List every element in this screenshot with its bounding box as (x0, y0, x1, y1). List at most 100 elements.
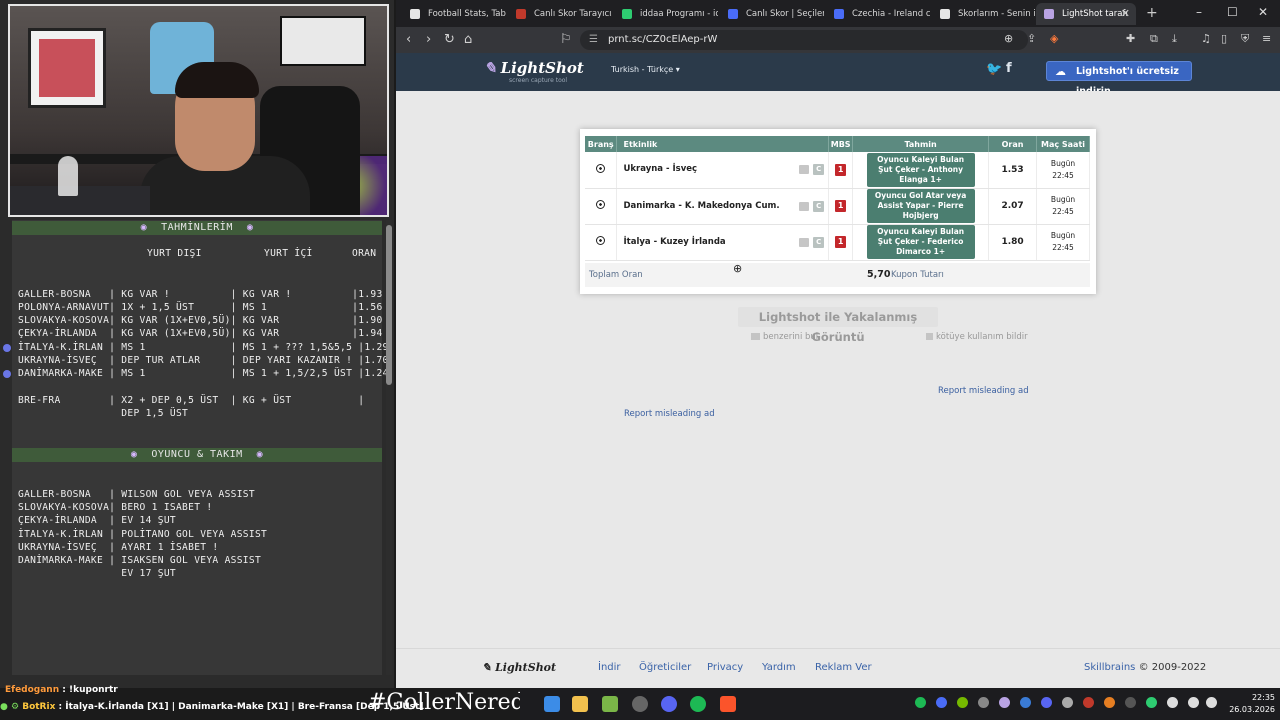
browser-tab[interactable]: Football Stats, Tables (402, 3, 506, 25)
brave-icon[interactable] (720, 696, 736, 712)
close-tab-icon[interactable]: ✕ (1121, 3, 1130, 25)
puzzle-icon[interactable]: ⧉ (1150, 32, 1158, 46)
tray-icon[interactable] (1104, 697, 1115, 708)
tab-favicon-icon (516, 9, 526, 19)
tray-icon[interactable] (1083, 697, 1094, 708)
spotify-tray-icon[interactable] (915, 697, 926, 708)
tray-icon[interactable] (936, 697, 947, 708)
forward-icon[interactable]: › (426, 32, 431, 47)
report-ad-link[interactable]: Report misleading ad (624, 409, 715, 419)
clock-time: 22:35 (1251, 693, 1275, 702)
tab-bar: Football Stats, Tables Canlı Skor Tarayı… (396, 0, 1280, 27)
close-window-icon[interactable]: ✕ (1258, 5, 1268, 19)
browser-toolbar: ‹ › ↻ ⌂ ⚐ ☰ prnt.sc/CZ0cElAep-rW ⊕ ⇪ ◈ ✚… (396, 27, 1280, 53)
trash-icon (926, 333, 933, 340)
lightshot-logo[interactable]: ✎ LightShot (484, 59, 584, 77)
lightshot-tray-icon[interactable] (999, 697, 1010, 708)
predictions-title: TAHMİNLERİM (161, 222, 233, 233)
mbs-cell: 1 (828, 188, 854, 225)
header-event: Etkinlik (616, 136, 830, 152)
footer-link-help[interactable]: Yardım (762, 662, 796, 673)
sidebar-icon[interactable]: ▯ (1221, 32, 1227, 45)
copyright: Skillbrains © 2009-2022 (1084, 662, 1207, 673)
browser-tab[interactable]: iddaa Programı - idd (614, 3, 718, 25)
tab-title: LightShot tarafı (1062, 9, 1128, 19)
prediction-row: GALLER-BOSNA | KG VAR ! | KG VAR ! |1.93 (18, 289, 383, 300)
brave-shield-icon[interactable]: ◈ (1050, 32, 1058, 45)
windows-start-icon[interactable] (544, 696, 560, 712)
discord-tray-icon[interactable] (1041, 697, 1052, 708)
vpn-icon[interactable]: ⛨ (1241, 32, 1249, 46)
page-content: Branş Etkinlik MBS Tahmin Oran Maç Saati (396, 91, 1280, 658)
download-icon[interactable]: ⤓ (1172, 32, 1177, 46)
mbs-cell: 1 (828, 224, 854, 261)
bluetooth-tray-icon[interactable] (1020, 697, 1031, 708)
scrollbar-thumb[interactable] (386, 225, 392, 385)
report-abuse-link[interactable]: kötüye kullanım bildir (926, 332, 1028, 342)
footer-link-advertise[interactable]: Reklam Ver (815, 662, 872, 673)
event-cell: Danimarka - K. Makedonya Cum. C (616, 188, 830, 225)
obs-icon[interactable] (632, 696, 648, 712)
footer-link-download[interactable]: İndir (598, 662, 621, 673)
minimize-icon[interactable]: – (1196, 5, 1202, 19)
prediction-cell: Oyuncu Gol Atar veya Assist Yapar - Pier… (852, 188, 990, 225)
company-link[interactable]: Skillbrains (1084, 662, 1135, 673)
home-icon[interactable]: ⌂ (464, 32, 472, 47)
spotify-icon[interactable] (690, 696, 706, 712)
footer-link-tutorials[interactable]: Öğreticiler (639, 662, 691, 673)
volume-icon[interactable] (1206, 697, 1217, 708)
notepad-scrollbar[interactable] (386, 220, 392, 675)
zoom-icon[interactable]: ⊕ (1004, 32, 1013, 45)
footer-logo[interactable]: ✎ LightShot (482, 661, 556, 674)
browser-tab[interactable]: Czechia - Ireland can (826, 3, 930, 25)
table-header-row: Branş Etkinlik MBS Tahmin Oran Maç Saati (585, 136, 1090, 152)
new-tab-icon[interactable]: + (1146, 5, 1158, 21)
tray-icon[interactable] (1125, 697, 1136, 708)
c-badge: C (813, 200, 825, 212)
address-bar[interactable]: ☰ prnt.sc/CZ0cElAep-rW (580, 30, 1028, 50)
browser-tab[interactable]: Skorlarım - Senin iç (932, 3, 1036, 25)
maximize-icon[interactable]: ☐ (1227, 5, 1238, 19)
notepad-icon[interactable] (602, 696, 618, 712)
match-day: Bugün (1050, 158, 1076, 168)
windows-taskbar: 22:35 26.03.2026 (520, 688, 1280, 720)
extensions-icon[interactable]: ✚ (1126, 32, 1135, 45)
share-icon[interactable]: ⇪ (1027, 32, 1036, 45)
header-odds: Oran (988, 136, 1038, 152)
browser-tab[interactable]: Canlı Skor | Seçilen m (720, 3, 824, 25)
nvidia-tray-icon[interactable] (957, 697, 968, 708)
footer-link-privacy[interactable]: Privacy (707, 662, 743, 673)
facebook-icon[interactable]: f (1006, 61, 1012, 76)
header-prediction: Tahmin (852, 136, 990, 152)
players-title-bar: ◉ OYUNCU & TAKIM ◉ (12, 448, 382, 462)
back-icon[interactable]: ‹ (406, 32, 411, 47)
soccer-ball-icon (585, 152, 618, 189)
tray-icon[interactable] (1146, 697, 1157, 708)
match-day: Bugün (1050, 231, 1076, 240)
reload-icon[interactable]: ↻ (444, 32, 455, 47)
tab-title: Football Stats, Tables (428, 9, 506, 19)
discord-icon[interactable] (661, 696, 677, 712)
twitter-icon[interactable]: 🐦 (986, 62, 1002, 77)
find-similar-link[interactable]: benzerini bul (751, 332, 818, 342)
microphone-icon[interactable] (1167, 697, 1178, 708)
language-select[interactable]: Turkish - Türkçe ▾ (611, 65, 680, 74)
chat-line: Efedogann : !kuponrtr (5, 685, 118, 695)
clock-date: 26.03.2026 (1229, 705, 1275, 714)
file-explorer-icon[interactable] (572, 696, 588, 712)
download-lightshot-button[interactable]: ☁Lightshot'ı ücretsiz indirin (1046, 61, 1192, 97)
tray-icon[interactable] (1062, 697, 1073, 708)
music-icon[interactable]: ♫ (1201, 32, 1211, 45)
menu-icon[interactable]: ≡ (1262, 32, 1271, 45)
player-row: SLOVAKYA-KOSOVA| BERO 1 ISABET ! (18, 502, 213, 513)
bookmark-icon[interactable]: ⚐ (560, 32, 572, 47)
browser-tab[interactable]: Canlı Skor Tarayıcısı (508, 3, 612, 25)
table-row: Ukrayna - İsveç C 1 Oyuncu Kaleyi Bulan … (585, 152, 1090, 189)
site-settings-icon[interactable]: ☰ (589, 30, 598, 50)
browser-tab-active[interactable]: LightShot tarafı ✕ (1036, 3, 1136, 25)
report-ad-link[interactable]: Report misleading ad (938, 386, 1029, 396)
network-icon[interactable] (1188, 697, 1199, 708)
tray-icon[interactable] (978, 697, 989, 708)
system-clock[interactable]: 22:35 26.03.2026 (1225, 692, 1275, 716)
tab-favicon-icon (728, 9, 738, 19)
